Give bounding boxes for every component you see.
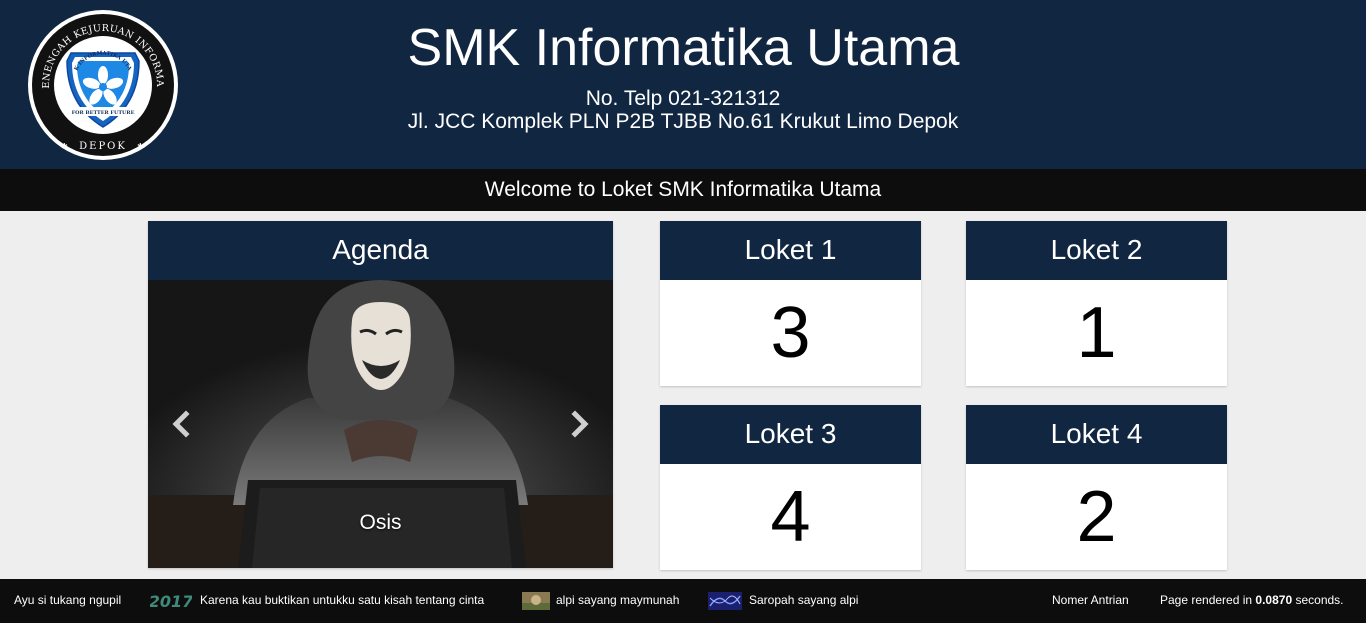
ticker-item: Ayu si tukang ngupil <box>14 593 122 607</box>
loket-card-2: Loket 2 1 <box>966 221 1227 386</box>
loket-title: Loket 1 <box>660 221 921 280</box>
agenda-panel: Agenda Osis <box>148 221 613 568</box>
school-name: SMK Informatika Utama <box>407 19 960 77</box>
queue-label: Nomer Antrian <box>1052 593 1129 607</box>
loket-queue-number: 3 <box>770 293 811 373</box>
loket-title: Loket 4 <box>966 405 1227 464</box>
loket-card-3: Loket 3 4 <box>660 405 921 570</box>
loket-card-4: Loket 4 2 <box>966 405 1227 570</box>
school-phone: No. Telp 021-321312 <box>585 87 781 110</box>
loket-title: Loket 3 <box>660 405 921 464</box>
chevron-right-icon[interactable] <box>565 408 595 440</box>
sparkle-thumbnail-icon <box>708 592 742 610</box>
svg-text:2017: 2017 <box>150 592 192 611</box>
svg-text:DEPOK: DEPOK <box>79 141 127 152</box>
school-address: Jl. JCC Komplek PLN P2B TJBB No.61 Kruku… <box>407 110 959 133</box>
render-time-value: 0.0870 <box>1255 593 1293 607</box>
ticker-item: Saropah sayang alpi <box>749 593 859 607</box>
photo-thumbnail-icon <box>522 592 550 610</box>
agenda-carousel[interactable]: Osis <box>148 280 613 568</box>
loket-queue-number: 1 <box>1076 293 1117 373</box>
loket-queue-number: 2 <box>1076 477 1117 557</box>
render-time-text: Page rendered in 0.0870 seconds. <box>1160 593 1344 607</box>
svg-text:✱: ✱ <box>137 142 144 151</box>
site-header: SEKOLAH MENENGAH KEJURUAN INFORMATIKA UT… <box>0 0 1366 169</box>
loket-title: Loket 2 <box>966 221 1227 280</box>
svg-text:✱: ✱ <box>61 142 68 151</box>
footer-bar: Ayu si tukang ngupil 2017 Karena kau buk… <box>0 579 1366 623</box>
year-badge-icon: 2017 <box>150 592 192 611</box>
welcome-bar: Welcome to Loket SMK Informatika Utama <box>0 169 1366 211</box>
loket-queue-number: 4 <box>770 477 811 557</box>
carousel-caption: Osis <box>359 511 402 534</box>
ticker-item: Karena kau buktikan untukku satu kisah t… <box>200 593 485 607</box>
loket-card-1: Loket 1 3 <box>660 221 921 386</box>
chevron-left-icon[interactable] <box>166 408 196 440</box>
ticker-item: alpi sayang maymunah <box>556 593 680 607</box>
agenda-title: Agenda <box>148 221 613 280</box>
